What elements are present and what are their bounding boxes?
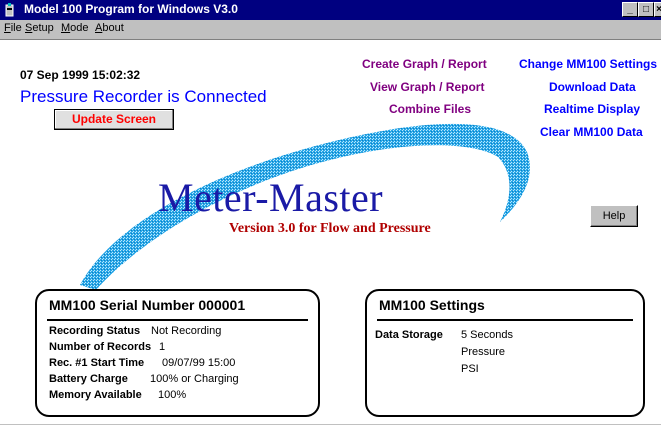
close-button[interactable]: × (654, 2, 661, 17)
info-row: Memory Available 100% (49, 389, 186, 401)
update-screen-button[interactable]: Update Screen (54, 109, 174, 130)
change-settings-link[interactable]: Change MM100 Settings (519, 57, 657, 71)
combine-files-link[interactable]: Combine Files (389, 102, 471, 116)
info-value: 1 (159, 341, 166, 353)
maximize-button[interactable]: □ (638, 2, 654, 17)
info-label: Number of Records (49, 341, 152, 353)
settings-value: PSI (461, 363, 479, 375)
panel-divider (377, 319, 633, 321)
create-graph-link[interactable]: Create Graph / Report (362, 57, 487, 71)
info-value: Not Recording (151, 325, 222, 337)
serial-info-panel: MM100 Serial Number 000001 Recording Sta… (35, 289, 320, 417)
info-label: Memory Available (49, 389, 142, 401)
settings-panel: MM100 Settings Data Storage 5 Seconds Pr… (365, 289, 645, 417)
app-icon (5, 3, 14, 17)
info-row: Number of Records 1 (49, 341, 165, 353)
app-window: Model 100 Program for Windows V3.0 _ □ ×… (0, 0, 661, 424)
info-value: 100% (158, 389, 187, 401)
clear-data-link[interactable]: Clear MM100 Data (540, 125, 643, 139)
info-value: 09/07/99 15:00 (162, 357, 236, 369)
settings-label: Data Storage (375, 329, 443, 341)
info-value: 100% or Charging (150, 373, 239, 385)
logo-subtitle: Version 3.0 for Flow and Pressure (229, 221, 431, 236)
info-row: Recording Status Not Recording (49, 325, 221, 337)
settings-panel-title: MM100 Settings (379, 297, 485, 313)
window-title: Model 100 Program for Windows V3.0 (24, 2, 238, 16)
menu-bar: File Setup Mode About (0, 20, 661, 39)
settings-value: Pressure (461, 346, 506, 358)
menu-setup[interactable]: Setup (25, 22, 54, 34)
download-data-link[interactable]: Download Data (549, 80, 636, 94)
realtime-display-link[interactable]: Realtime Display (544, 102, 640, 116)
serial-panel-title: MM100 Serial Number 000001 (49, 297, 246, 313)
date-time-display: 07 Sep 1999 15:02:32 (20, 68, 141, 82)
menu-mode[interactable]: Mode (61, 22, 89, 34)
panel-divider (47, 319, 308, 321)
minimize-button[interactable]: _ (622, 2, 638, 17)
info-label: Battery Charge (49, 373, 128, 385)
info-row: Battery Charge 100% or Charging (49, 373, 239, 385)
main-panel: 07 Sep 1999 15:02:32 Pressure Recorder i… (0, 39, 661, 424)
help-button[interactable]: Help (590, 205, 638, 227)
menu-file[interactable]: File (4, 22, 22, 34)
connection-status: Pressure Recorder is Connected (20, 87, 267, 106)
info-label: Recording Status (49, 325, 141, 337)
info-label: Rec. #1 Start Time (49, 357, 145, 369)
logo-title: Meter-Master (158, 175, 384, 220)
settings-value: 5 Seconds (461, 329, 513, 341)
data-storage-label: Data Storage (375, 329, 443, 341)
view-graph-link[interactable]: View Graph / Report (370, 80, 484, 94)
info-row: Rec. #1 Start Time 09/07/99 15:00 (49, 357, 235, 369)
menu-about[interactable]: About (95, 22, 124, 34)
title-bar[interactable]: Model 100 Program for Windows V3.0 _ □ × (0, 0, 661, 20)
